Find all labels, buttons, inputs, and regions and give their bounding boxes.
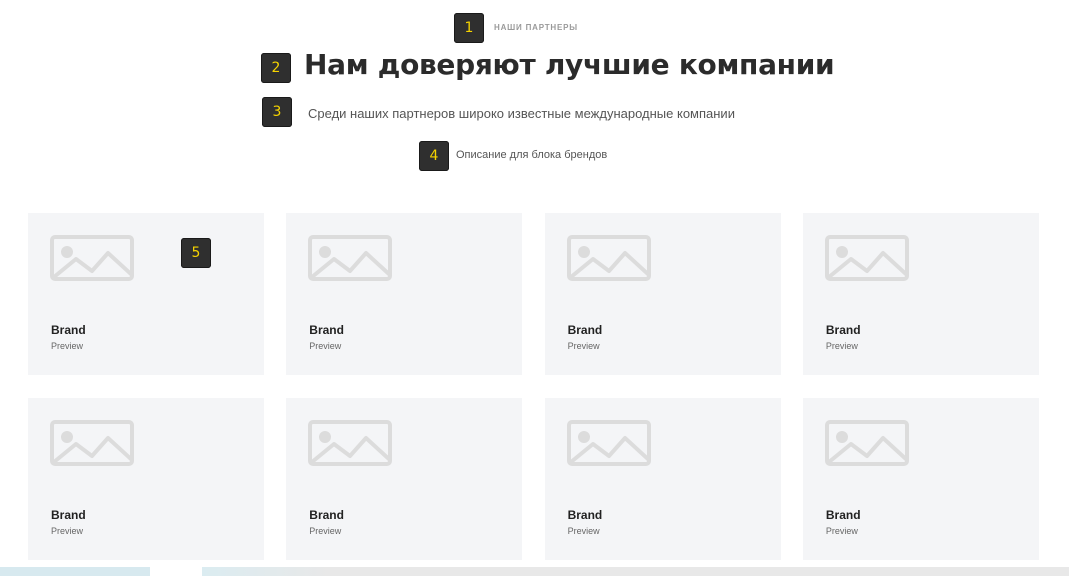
brand-preview: Preview <box>309 341 342 351</box>
page-title: Нам доверяют лучшие компании <box>304 48 835 81</box>
brand-preview: Preview <box>51 526 84 536</box>
brand-preview: Preview <box>825 526 858 536</box>
brand-grid: Brand Preview Brand Preview Brand Preview Bran… <box>28 213 1039 560</box>
brand-card[interactable]: Brand Preview <box>286 213 523 375</box>
section-description: Описание для блока брендов <box>456 149 608 161</box>
brand-card[interactable]: Brand Preview <box>802 213 1039 375</box>
brand-card[interactable]: Brand Preview <box>28 213 264 375</box>
image-placeholder-icon <box>566 420 651 466</box>
image-placeholder-icon <box>824 420 909 466</box>
bottom-strip <box>0 567 1069 576</box>
brand-preview: Preview <box>51 341 84 351</box>
brand-preview: Preview <box>825 341 858 351</box>
badge-1: 1 <box>454 13 484 43</box>
image-placeholder-icon <box>566 235 651 281</box>
brand-card[interactable]: Brand Preview <box>544 213 781 375</box>
badge-4: 4 <box>419 141 449 171</box>
brand-name: Brand <box>825 508 861 522</box>
brand-card[interactable]: Brand Preview <box>286 398 523 560</box>
brand-preview: Preview <box>309 526 342 536</box>
brand-name: Brand <box>51 508 86 522</box>
badge-3: 3 <box>262 97 292 127</box>
brand-name: Brand <box>567 323 603 337</box>
section-subtitle: Среди наших партнеров широко известные м… <box>308 106 735 121</box>
brand-name: Brand <box>567 508 603 522</box>
brand-preview: Preview <box>567 526 600 536</box>
image-placeholder-icon <box>308 235 393 281</box>
badge-5: 5 <box>181 238 211 268</box>
brand-card[interactable]: Brand Preview <box>802 398 1039 560</box>
image-placeholder-icon <box>50 420 134 466</box>
brand-preview: Preview <box>567 341 600 351</box>
brand-card[interactable]: Brand Preview <box>544 398 781 560</box>
image-placeholder-icon <box>50 235 134 281</box>
section-eyebrow: НАШИ ПАРТНЕРЫ <box>494 23 578 32</box>
brand-card[interactable]: Brand Preview <box>28 398 264 560</box>
brand-name: Brand <box>825 323 861 337</box>
brand-name: Brand <box>51 323 86 337</box>
brand-name: Brand <box>309 508 344 522</box>
brand-name: Brand <box>309 323 344 337</box>
image-placeholder-icon <box>308 420 393 466</box>
image-placeholder-icon <box>824 235 909 281</box>
badge-2: 2 <box>261 53 291 83</box>
